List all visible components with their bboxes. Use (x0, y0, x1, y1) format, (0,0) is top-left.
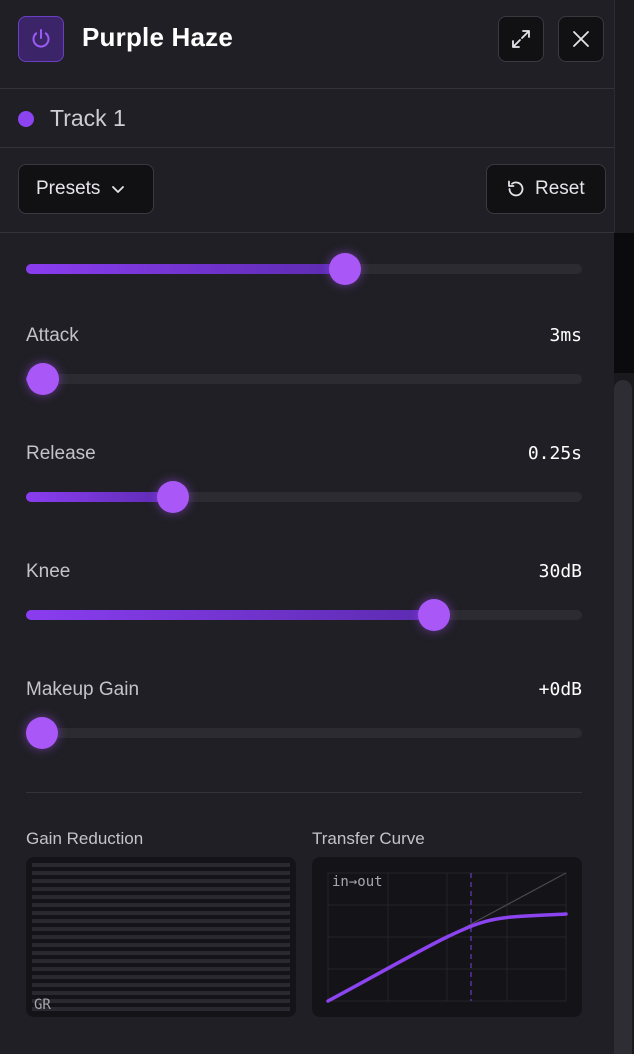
param-value: +0dB (538, 679, 582, 700)
scrollbar-thumb[interactable] (614, 380, 632, 1054)
close-button[interactable] (558, 16, 604, 62)
expand-icon (512, 30, 530, 48)
param-value: 0.25s (527, 443, 582, 464)
transfer-curve-tag: in→out (332, 874, 383, 890)
plugin-panel: Purple Haze Track 1 Presets Reset Attack… (0, 0, 615, 1054)
power-button[interactable] (18, 16, 64, 62)
param-slider[interactable] (26, 717, 582, 749)
transfer-curve-title: Transfer Curve (312, 829, 425, 848)
param-knee: Knee 30dB (26, 561, 582, 633)
meter-segments (32, 863, 290, 1011)
slider-thumb[interactable] (157, 481, 190, 513)
param-value: 3ms (549, 325, 582, 346)
param-slider[interactable] (26, 363, 582, 395)
close-icon (573, 31, 589, 47)
transfer-curve-graph: in→out (312, 857, 582, 1017)
param-label: Makeup Gain (26, 679, 140, 700)
slider-fill (26, 610, 435, 620)
param-slider[interactable] (26, 253, 582, 285)
track-row: Track 1 (0, 89, 614, 148)
track-name: Track 1 (50, 105, 126, 131)
param-makeup-gain: Makeup Gain +0dB (26, 679, 582, 751)
param-release: Release 0.25s (26, 443, 582, 515)
reset-icon (508, 180, 524, 197)
plugin-header: Purple Haze (0, 0, 614, 89)
slider-thumb[interactable] (26, 363, 59, 395)
track-color-dot (18, 111, 34, 127)
section-divider (26, 792, 582, 793)
slider-thumb[interactable] (328, 253, 361, 285)
param-threshold (26, 233, 582, 293)
slider-thumb[interactable] (26, 717, 59, 749)
param-label: Knee (26, 561, 71, 582)
slider-fill (26, 492, 174, 502)
slider-fill (26, 264, 345, 274)
slider-thumb[interactable] (418, 599, 451, 631)
param-slider[interactable] (26, 481, 582, 513)
gain-reduction-tag: GR (34, 997, 51, 1013)
scrollbar-gutter (614, 233, 634, 373)
gain-reduction-meter: GR (26, 857, 296, 1017)
param-value: 30dB (538, 561, 582, 582)
param-label: Release (26, 443, 96, 464)
power-icon (32, 29, 50, 48)
gain-reduction-title: Gain Reduction (26, 829, 144, 848)
param-label: Attack (26, 325, 79, 346)
parameter-list[interactable]: Attack 3ms Release 0.25s Knee 30dB Makeu… (0, 233, 614, 1054)
presets-dropdown[interactable]: Presets (18, 164, 154, 214)
param-attack: Attack 3ms (26, 325, 582, 397)
expand-button[interactable] (498, 16, 544, 62)
reset-label: Reset (535, 178, 585, 199)
param-slider[interactable] (26, 599, 582, 631)
plugin-title: Purple Haze (82, 22, 234, 52)
reset-button[interactable]: Reset (486, 164, 606, 214)
presets-label: Presets (36, 178, 101, 199)
preset-toolbar: Presets Reset (0, 148, 614, 233)
chevron-down-icon (112, 186, 125, 193)
